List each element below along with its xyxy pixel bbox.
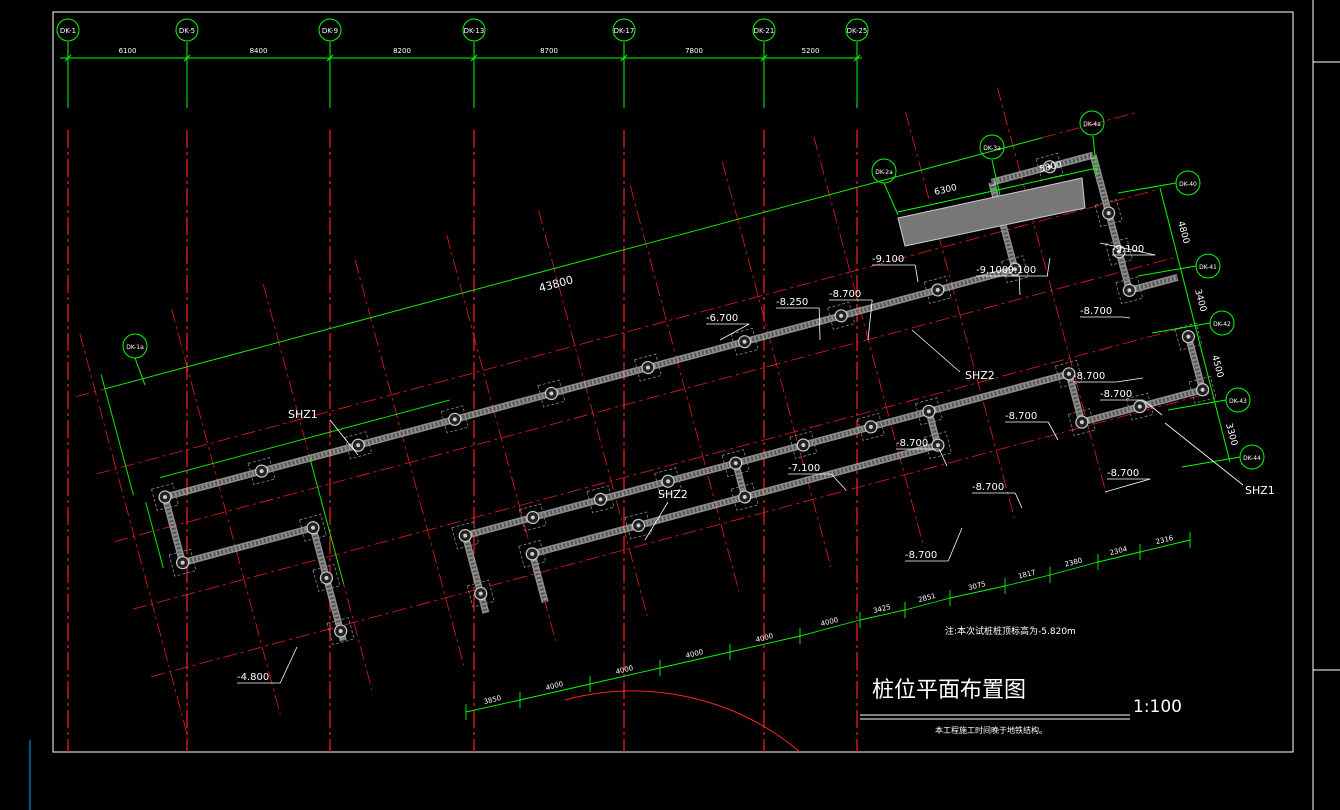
wall-label-shz2-right: SHZ2: [911, 329, 995, 382]
elevation-leader: [914, 264, 919, 283]
elevation-callouts: -9.100-9.100-9.100-9.100-6.700-8.250-8.7…: [237, 242, 1163, 684]
top-axis-label: DK-9: [322, 27, 338, 35]
top-axis-label: DK-17: [614, 27, 635, 35]
right-axis-label: DK-44: [1243, 455, 1261, 462]
plan-gridline: [96, 188, 1160, 475]
right-axis-label: DK-41: [1199, 264, 1217, 271]
right-axis-line: [1181, 456, 1241, 468]
axis-bubble-dk-1a: DK-1a: [122, 333, 148, 386]
plan-red-grid: [75, 87, 1214, 740]
elevation-text: -8.700: [1100, 389, 1132, 400]
elevation-text: -8.700: [896, 438, 928, 449]
right-axis-label: DK-43: [1229, 398, 1247, 405]
right-dim-text: 3400: [1192, 288, 1208, 313]
top-axis-spacing: 7800: [685, 47, 703, 55]
bottom-dimension-chain: 3850400040004000400040003425285130751817…: [465, 532, 1191, 720]
cad-drawing-canvas: DK-1 DK-5 DK-9 DK-13 DK-17 DK-21 DK-25 6100 8400…: [29, 0, 1340, 810]
top-axis-spacing: 5200: [802, 47, 820, 55]
top-axis-label: DK-1: [60, 27, 76, 35]
right-axis-line: [1117, 182, 1177, 194]
top-axis-label: DK-21: [754, 27, 775, 35]
elevation-text: -6.700: [706, 313, 738, 324]
elevation-leader: [1047, 421, 1059, 441]
elevation-leader: [830, 473, 847, 491]
elevation-text: -8.700: [1073, 371, 1105, 382]
top-axis-spacing: 6100: [119, 47, 137, 55]
top-axis-spacing: 8700: [540, 47, 558, 55]
axis-bubble-dk-2a: DK-2a: [871, 158, 899, 216]
drawing-title: 桩位平面布置图: [872, 678, 1026, 703]
svg-text:SHZ2: SHZ2: [658, 488, 688, 501]
elevation-text: -9.100: [1112, 244, 1144, 255]
elevation-leader: [947, 527, 963, 562]
dim-line: [145, 502, 164, 568]
elevation-leader: [1046, 257, 1051, 277]
elevation-leader: [1104, 478, 1151, 493]
elevation-text: -8.700: [829, 289, 861, 300]
bottom-note: 本工程施工时间晚于地铁结构。: [935, 725, 1047, 735]
elevation-text: -8.700: [1080, 306, 1112, 317]
elevation-leader: [818, 307, 821, 341]
axis-label: DK-4a: [1083, 121, 1101, 128]
upper-dim-text: 6300: [933, 183, 958, 198]
right-dim-text: 4800: [1175, 220, 1191, 245]
elevation-leader: [279, 646, 298, 684]
arc-line: [564, 690, 801, 753]
elevation-text: -9.100: [1004, 265, 1036, 276]
right-axis-line: [1151, 322, 1211, 334]
plan-gridline: [629, 185, 740, 592]
elevation-leader: [1018, 275, 1021, 296]
top-axis-label: DK-25: [847, 27, 868, 35]
dim-line: [309, 458, 344, 584]
pile-plan: [75, 87, 1217, 740]
svg-text:SHZ2: SHZ2: [965, 369, 995, 382]
elevation-leader: [938, 448, 948, 467]
design-note: 注:本次试桩桩顶标高为-5.820m: [945, 625, 1076, 637]
plan-gridline: [171, 308, 281, 715]
svg-text:SHZ1: SHZ1: [288, 408, 318, 421]
extension-line: [100, 374, 134, 496]
elevation-text: -8.250: [776, 297, 808, 308]
right-axis-bubbles: DK-40 DK-41 DK-42 DK-43 DK-44: [1117, 170, 1265, 470]
svg-text:SHZ1: SHZ1: [1245, 484, 1275, 497]
top-axis-spacing: 8200: [393, 47, 411, 55]
elevation-text: -9.100: [872, 254, 904, 265]
axis-label: DK-1a: [126, 344, 144, 351]
drawing-scale: 1:100: [1133, 697, 1182, 717]
elevation-text: -8.700: [1005, 411, 1037, 422]
elevation-leader: [1116, 377, 1144, 383]
right-axis-label: DK-42: [1213, 321, 1231, 328]
elevation-text: -8.700: [1107, 468, 1139, 479]
right-dim-text: 4500: [1209, 354, 1225, 379]
top-axes-group: DK-1 DK-5 DK-9 DK-13 DK-17 DK-21 DK-25 6100 8400…: [56, 18, 869, 108]
right-axis-line: [1137, 265, 1197, 277]
overall-dimension: 43800: [537, 273, 574, 295]
elevation-text: -8.700: [905, 550, 937, 561]
right-axis-label: DK-40: [1179, 181, 1197, 188]
plan-gridline: [132, 324, 1196, 610]
axis-label: DK-3a: [983, 145, 1001, 152]
axis-label: DK-2a: [875, 169, 893, 176]
elevation-text: -8.700: [972, 482, 1004, 493]
wall-hatch: [164, 267, 1016, 499]
top-axis-label: DK-13: [464, 27, 485, 35]
axis-bubble-dk-4a: DK-4a: [1079, 110, 1105, 176]
elevation-text: -4.800: [237, 672, 269, 683]
elevation-text: -7.100: [788, 463, 820, 474]
top-axis-label: DK-5: [179, 27, 195, 35]
elevation-leader: [1014, 492, 1023, 509]
top-axis-spacing: 8400: [250, 47, 268, 55]
axis-gridlines: [67, 130, 858, 752]
elevation-leader: [1123, 316, 1131, 319]
